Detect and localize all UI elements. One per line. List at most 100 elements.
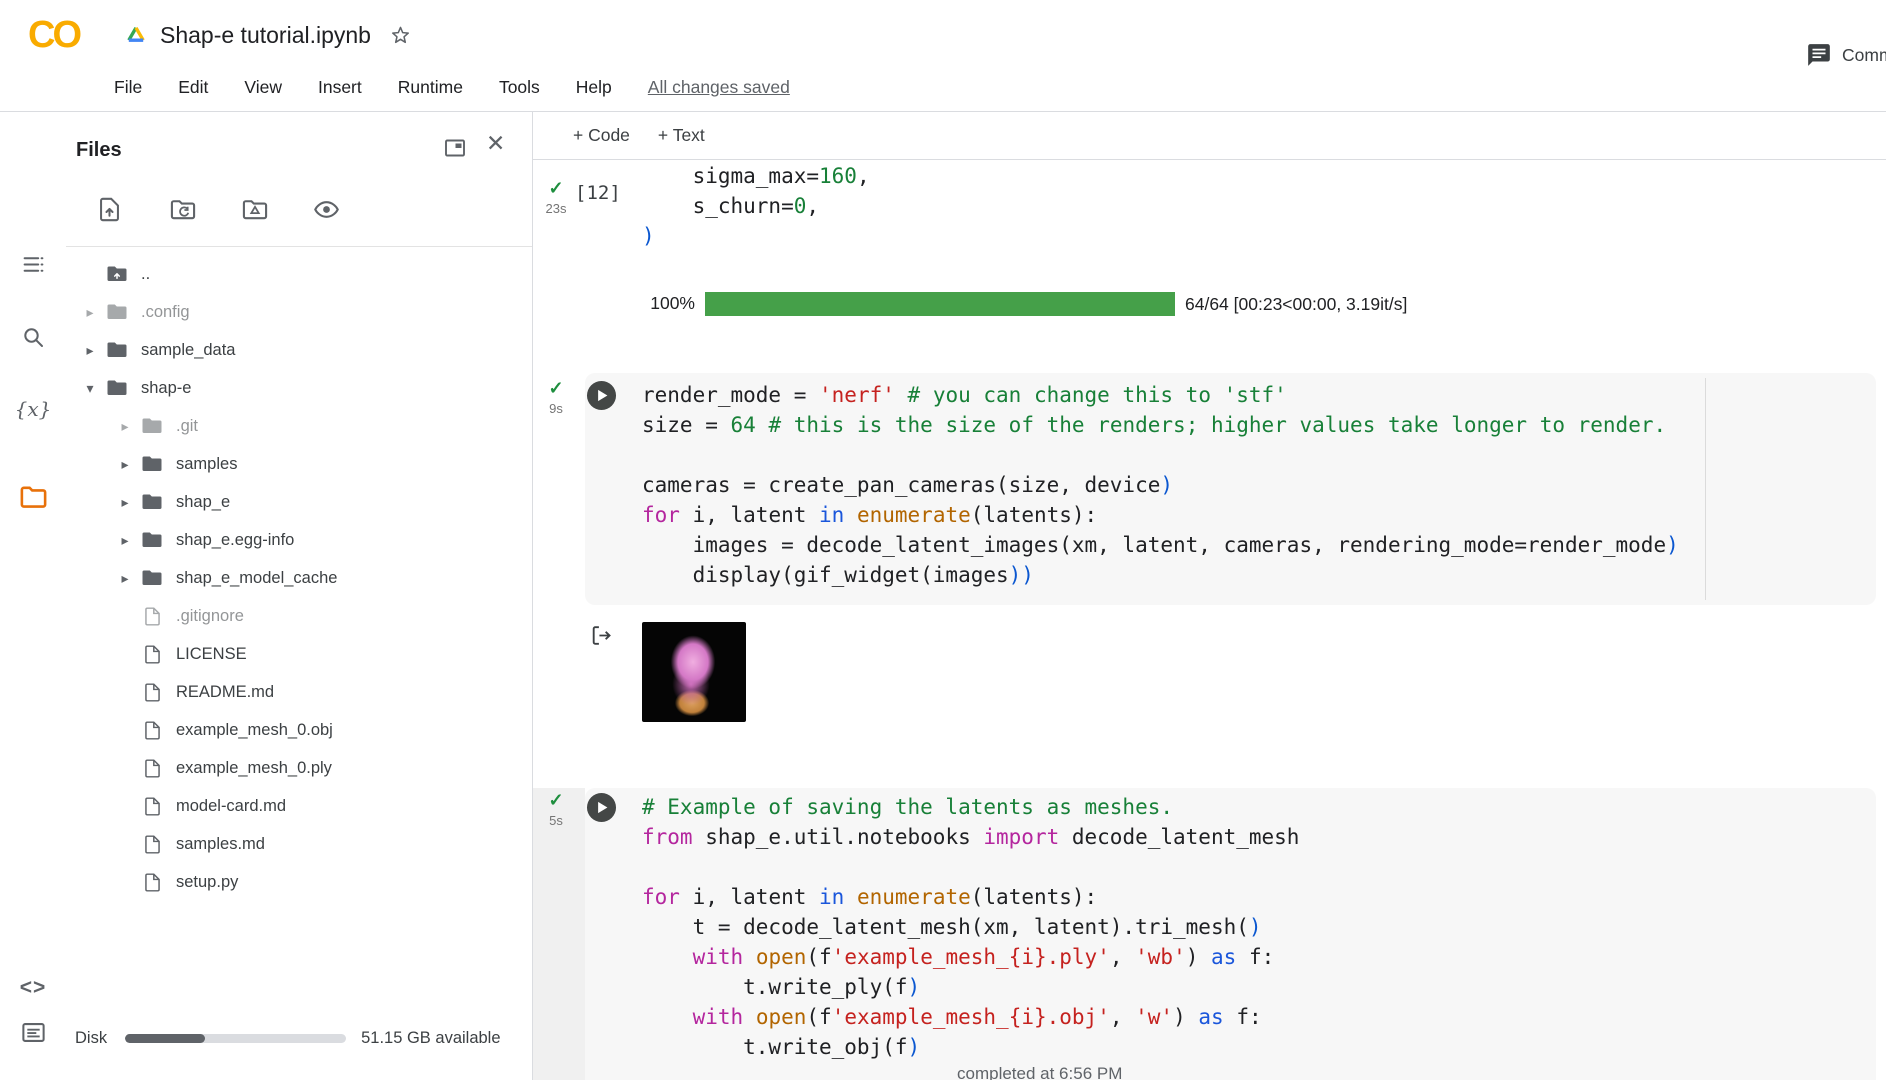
- code-line: with open(f'example_mesh_{i}.ply', 'wb')…: [692, 945, 1275, 969]
- panel-divider: [66, 246, 532, 247]
- close-panel-icon[interactable]: ✕: [486, 130, 505, 157]
- star-icon[interactable]: [389, 24, 412, 47]
- tree-item-readme-md[interactable]: README.md: [66, 673, 532, 711]
- run-cell-button[interactable]: [586, 792, 617, 823]
- cell1-execution-count: [12]: [575, 182, 621, 204]
- notebook-title[interactable]: Shap-e tutorial.ipynb: [160, 22, 371, 49]
- menu-file[interactable]: File: [114, 77, 142, 98]
- cell2-code-editor[interactable]: render_mode = 'nerf' # you can change th…: [642, 380, 1679, 590]
- chevron-right-icon[interactable]: ▸: [110, 532, 140, 549]
- show-hidden-files-eye-icon[interactable]: [313, 196, 340, 223]
- terminal-icon[interactable]: [0, 1019, 66, 1046]
- check-icon: ✓: [548, 178, 564, 198]
- mount-drive-icon[interactable]: [241, 196, 269, 224]
- tree-item-label: README.md: [176, 682, 275, 701]
- file-icon: [140, 796, 164, 817]
- refresh-folder-icon[interactable]: [169, 196, 197, 224]
- upload-file-icon[interactable]: [96, 196, 123, 223]
- tree-item-license[interactable]: LICENSE: [66, 635, 532, 673]
- tree-item-label: sample_data: [141, 340, 236, 359]
- tree-item-gitignore[interactable]: .gitignore: [66, 597, 532, 635]
- cell3-code-editor[interactable]: # Example of saving the latents as meshe…: [642, 792, 1299, 1062]
- tree-item-git[interactable]: ▸ .git: [66, 407, 532, 445]
- chevron-down-icon[interactable]: ▾: [75, 380, 105, 397]
- code-line: t = decode_latent_mesh(xm, latent).tri_m…: [642, 915, 1262, 939]
- menu-insert[interactable]: Insert: [318, 77, 362, 98]
- file-icon: [140, 872, 164, 893]
- tree-item-setup-py[interactable]: setup.py: [66, 863, 532, 901]
- tree-item-shap-e[interactable]: ▾ shap-e: [66, 369, 532, 407]
- tree-item-[interactable]: ..: [66, 255, 532, 293]
- tree-item-config[interactable]: ▸ .config: [66, 293, 532, 331]
- menu-edit[interactable]: Edit: [178, 77, 208, 98]
- tree-item-label: LICENSE: [176, 644, 247, 663]
- tree-item-samples-md[interactable]: samples.md: [66, 825, 532, 863]
- code-line: images = decode_latent_images(xm, latent…: [642, 533, 1679, 557]
- chevron-right-icon[interactable]: ▸: [75, 342, 105, 359]
- check-icon: ✓: [548, 378, 564, 398]
- tree-item-label: .git: [176, 416, 199, 435]
- code-snippets-icon[interactable]: <>: [0, 976, 66, 1000]
- cell-output-icon[interactable]: [589, 623, 614, 648]
- folder-icon: [140, 414, 164, 438]
- chevron-right-icon[interactable]: ▸: [110, 494, 140, 511]
- cell1-code-editor[interactable]: sigma_max=160, s_churn=0,): [642, 161, 870, 251]
- code-line: render_mode = 'nerf' # you can change th…: [642, 383, 1287, 407]
- tree-item-shap-e-model-cache[interactable]: ▸ shap_e_model_cache: [66, 559, 532, 597]
- chevron-right-icon[interactable]: ▸: [110, 456, 140, 473]
- add-text-button[interactable]: + Text: [658, 125, 705, 146]
- tree-item-model-card-md[interactable]: model-card.md: [66, 787, 532, 825]
- files-panel-title: Files: [76, 139, 122, 161]
- code-line: display(gif_widget(images)): [642, 563, 1034, 587]
- cell1-exec-time: 23s: [545, 201, 567, 216]
- notebook-area: + Code + Text ✓ 23s [12] sigma_max=160, …: [533, 112, 1886, 1080]
- file-icon: [140, 758, 164, 779]
- folder-icon: [105, 376, 129, 400]
- progress-stats: 64/64 [00:23<00:00, 3.19it/s]: [1185, 294, 1408, 314]
- tree-item-sample-data[interactable]: ▸ sample_data: [66, 331, 532, 369]
- popout-panel-icon[interactable]: [443, 136, 467, 160]
- tree-item-label: example_mesh_0.ply: [176, 758, 332, 777]
- colab-app: { "header": { "logo_text": "CO", "title"…: [0, 0, 1886, 1080]
- cell3-exec-time: 5s: [549, 813, 563, 828]
- disk-label: Disk: [75, 1029, 108, 1047]
- menu-view[interactable]: View: [244, 77, 282, 98]
- search-icon[interactable]: [0, 325, 66, 349]
- cell3-gutter: ✓ 5s: [533, 790, 579, 828]
- table-of-contents-icon[interactable]: [0, 252, 66, 277]
- folder-icon: [140, 490, 164, 514]
- tree-item-example-mesh-0-obj[interactable]: example_mesh_0.obj: [66, 711, 532, 749]
- add-code-button[interactable]: + Code: [573, 125, 630, 146]
- run-cell-button[interactable]: [586, 380, 617, 411]
- menu-help[interactable]: Help: [576, 77, 612, 98]
- folder-icon: [105, 300, 129, 324]
- tree-item-samples[interactable]: ▸ samples: [66, 445, 532, 483]
- menu-runtime[interactable]: Runtime: [398, 77, 463, 98]
- comment-button[interactable]: Comment: [1806, 42, 1886, 68]
- menu-tools[interactable]: Tools: [499, 77, 540, 98]
- folder-icon: [140, 528, 164, 552]
- tree-item-shap-e[interactable]: ▸ shap_e: [66, 483, 532, 521]
- tree-item-label: example_mesh_0.obj: [176, 720, 333, 739]
- colab-logo[interactable]: CO: [28, 14, 82, 57]
- code-line: t.write_obj(f): [642, 1035, 921, 1059]
- chevron-right-icon[interactable]: ▸: [75, 304, 105, 321]
- chevron-right-icon[interactable]: ▸: [110, 418, 140, 435]
- files-icon-active[interactable]: [0, 482, 66, 513]
- cell2-gutter: ✓ 9s: [533, 378, 579, 416]
- code-line: with open(f'example_mesh_{i}.obj', 'w') …: [692, 1005, 1262, 1029]
- menu-bar: File Edit View Insert Runtime Tools Help All c…: [114, 68, 790, 106]
- saved-status[interactable]: All changes saved: [648, 77, 790, 98]
- chevron-right-icon[interactable]: ▸: [110, 570, 140, 587]
- code-line: ): [642, 224, 655, 248]
- tree-item-label: shap_e_model_cache: [176, 568, 338, 587]
- file-icon: [140, 606, 164, 627]
- variables-icon[interactable]: {x}: [0, 397, 66, 421]
- notebook-toolbar: + Code + Text: [533, 112, 1886, 160]
- folder-icon: [140, 452, 164, 476]
- app-header: CO Shap-e tutorial.ipynb File Edit View Ins…: [0, 0, 1886, 112]
- tree-item-shap-e-egg-info[interactable]: ▸ shap_e.egg-info: [66, 521, 532, 559]
- tree-item-example-mesh-0-ply[interactable]: example_mesh_0.ply: [66, 749, 532, 787]
